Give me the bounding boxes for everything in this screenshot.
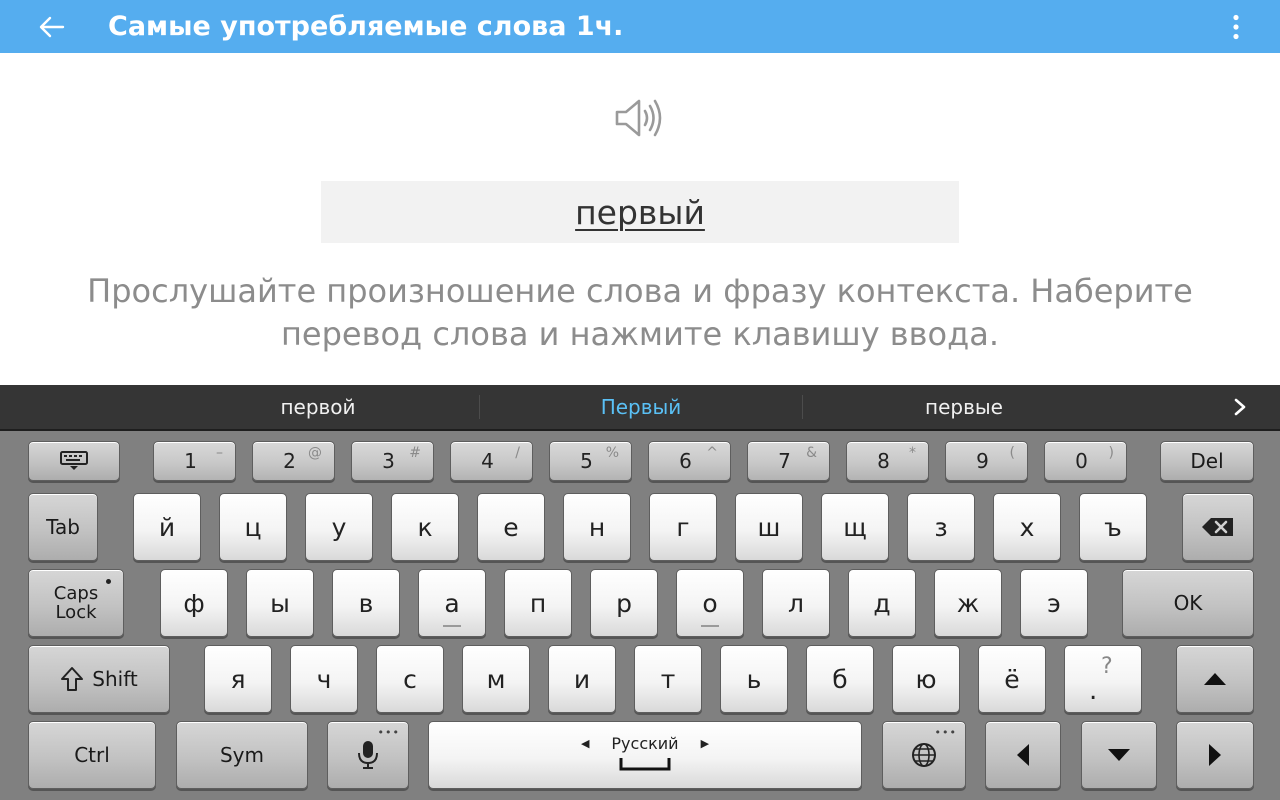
letter-key[interactable]: й (133, 493, 201, 561)
letter-key[interactable]: г (649, 493, 717, 561)
number-key[interactable]: 4/ (450, 441, 533, 481)
letter-key[interactable]: д (848, 569, 916, 637)
on-screen-keyboard: 1– 2 @ 3 # 4/ 5% 6 ^ 7 & 8 * 9( 0) Del Tab й … (0, 431, 1280, 800)
letter-key[interactable]: и (548, 645, 616, 713)
letter-key[interactable]: ё (978, 645, 1046, 713)
letter-key[interactable]: з (907, 493, 975, 561)
letter-key[interactable]: к (391, 493, 459, 561)
letter-key[interactable]: л (762, 569, 830, 637)
app-bar: Самые употребляемые слова 1ч. (0, 0, 1280, 53)
globe-icon (912, 743, 936, 767)
letter-key[interactable]: п (504, 569, 572, 637)
letter-key[interactable]: ы (246, 569, 314, 637)
letter-key[interactable]: о (676, 569, 744, 637)
backspace-key[interactable] (1182, 493, 1254, 561)
play-pronunciation-button[interactable] (608, 92, 672, 144)
language-label: Русский (611, 733, 679, 753)
shift-arrow-icon (61, 667, 84, 691)
letter-key[interactable]: щ (821, 493, 889, 561)
arrow-up-icon (1204, 673, 1226, 685)
caps-indicator (106, 579, 111, 584)
arrow-left-icon (1017, 744, 1029, 766)
number-key[interactable]: 6 ^ (648, 441, 731, 481)
number-key[interactable]: 5% (549, 441, 632, 481)
del-key[interactable]: Del (1160, 441, 1254, 481)
letter-key[interactable]: у (305, 493, 373, 561)
letter-key[interactable]: я (204, 645, 272, 713)
home-row-marker (443, 625, 461, 627)
more-vertical-icon (1233, 14, 1239, 40)
arrow-down-icon (1108, 749, 1130, 761)
suggestion-item[interactable]: первой (158, 385, 478, 429)
page-title: Самые употребляемые слова 1ч. (108, 11, 624, 42)
letter-key[interactable]: с (376, 645, 444, 713)
arrow-left-key[interactable] (985, 721, 1061, 789)
letter-key[interactable]: э (1020, 569, 1088, 637)
suggestion-item-active[interactable]: Первый (480, 385, 802, 429)
letter-key[interactable]: ч (290, 645, 358, 713)
sym-key[interactable]: Sym (176, 721, 308, 789)
letter-key[interactable]: ю (892, 645, 960, 713)
chevron-right-icon (1234, 398, 1246, 416)
letter-key[interactable]: ь (720, 645, 788, 713)
language-next-icon: ▶ (700, 736, 710, 750)
overflow-menu-button[interactable] (1216, 8, 1256, 46)
typed-word: первый (575, 192, 705, 232)
more-suggestions-button[interactable] (1224, 385, 1256, 429)
more-options-indicator: ••• (934, 726, 957, 739)
space-key[interactable]: ◀ Русский ▶ (428, 721, 862, 789)
caps-lock-key[interactable]: Caps Lock (28, 569, 124, 637)
number-key[interactable]: 2 @ (252, 441, 335, 481)
letter-key[interactable]: ш (735, 493, 803, 561)
more-options-indicator: ••• (377, 726, 400, 739)
letter-key[interactable]: ж (934, 569, 1002, 637)
letter-key[interactable]: в (332, 569, 400, 637)
backspace-icon (1202, 518, 1233, 536)
speaker-icon (615, 99, 662, 137)
shift-key[interactable]: Shift (28, 645, 170, 713)
suggestion-bar: первой Первый первые (0, 385, 1280, 431)
letter-key[interactable]: е (477, 493, 545, 561)
letter-key[interactable]: т (634, 645, 702, 713)
home-row-marker (701, 625, 719, 627)
arrow-right-icon (1209, 744, 1221, 766)
language-key[interactable]: ••• (882, 721, 966, 789)
back-button[interactable] (32, 8, 72, 46)
arrow-up-key[interactable] (1176, 645, 1254, 713)
number-key[interactable]: 9( (945, 441, 1028, 481)
keyboard-hide-icon (60, 451, 88, 470)
letter-key[interactable]: ф (160, 569, 228, 637)
letter-key[interactable]: б (806, 645, 874, 713)
letter-key[interactable]: ъ (1079, 493, 1147, 561)
letter-key[interactable]: н (563, 493, 631, 561)
punctuation-key[interactable]: . ? (1064, 645, 1142, 713)
arrow-left-icon (39, 16, 65, 38)
answer-input[interactable]: первый (321, 181, 959, 243)
number-key[interactable]: 1– (153, 441, 236, 481)
voice-input-key[interactable]: ••• (327, 721, 409, 789)
letter-key[interactable]: ц (219, 493, 287, 561)
letter-key[interactable]: м (462, 645, 530, 713)
tab-key[interactable]: Tab (28, 493, 98, 561)
number-key[interactable]: 7 & (747, 441, 830, 481)
letter-key[interactable]: р (590, 569, 658, 637)
number-key[interactable]: 3 # (351, 441, 434, 481)
microphone-icon (358, 741, 378, 769)
arrow-down-key[interactable] (1081, 721, 1157, 789)
letter-key[interactable]: х (993, 493, 1061, 561)
letter-key[interactable]: а (418, 569, 486, 637)
instructions-text: Прослушайте произношение слова и фразу к… (87, 272, 1193, 353)
ok-key[interactable]: OK (1122, 569, 1254, 637)
space-bar-icon (619, 757, 671, 770)
hide-keyboard-key[interactable] (28, 441, 120, 481)
number-key[interactable]: 0) (1044, 441, 1127, 481)
ctrl-key[interactable]: Ctrl (28, 721, 156, 789)
language-prev-icon: ◀ (580, 736, 590, 750)
arrow-right-key[interactable] (1176, 721, 1254, 789)
suggestion-item[interactable]: первые (803, 385, 1125, 429)
number-key[interactable]: 8 * (846, 441, 929, 481)
